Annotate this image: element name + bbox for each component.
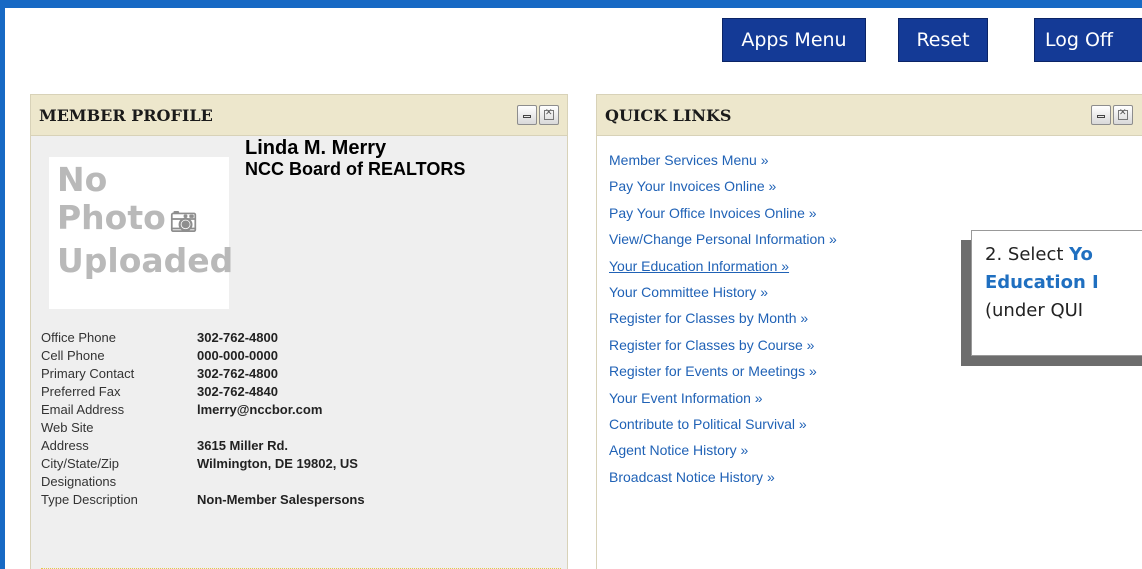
field-value: lmerry@nccbor.com bbox=[197, 402, 323, 417]
callout-highlight-1: Yo bbox=[1069, 244, 1093, 265]
photo-placeholder-text-2: Photo bbox=[57, 198, 166, 237]
instruction-callout: 2. Select Yo Education I (under QUI bbox=[971, 230, 1142, 356]
close-icon[interactable] bbox=[1113, 105, 1133, 125]
field-value: 000-000-0000 bbox=[197, 348, 278, 363]
no-photo-placeholder: No Photo 📷︎ Uploaded bbox=[49, 157, 234, 309]
link-member-services-menu[interactable]: Member Services Menu » bbox=[609, 151, 837, 177]
field-label: Preferred Fax bbox=[41, 384, 121, 399]
camera-icon: 📷︎ bbox=[169, 210, 198, 235]
profile-field-preferred-fax: Preferred Fax 302-762-4840 bbox=[41, 383, 561, 401]
field-label: Type Description bbox=[41, 492, 138, 507]
link-agent-notice-history[interactable]: Agent Notice History » bbox=[609, 441, 837, 467]
member-profile-panel: MEMBER PROFILE No Photo📷︎ Uploaded Linda… bbox=[30, 94, 568, 569]
member-name: Linda M. Merry bbox=[245, 137, 387, 159]
profile-field-email: Email Address lmerry@nccbor.com bbox=[41, 401, 561, 419]
profile-field-web-site: Web Site bbox=[41, 419, 561, 437]
field-label: Office Phone bbox=[41, 330, 116, 345]
field-label: Address bbox=[41, 438, 89, 453]
field-value: 302-762-4840 bbox=[197, 384, 278, 399]
minimize-icon[interactable] bbox=[517, 105, 537, 125]
member-profile-title: MEMBER PROFILE bbox=[39, 105, 213, 125]
profile-fields: Office Phone 302-762-4800 Cell Phone 000-0… bbox=[41, 329, 561, 509]
field-label: Cell Phone bbox=[41, 348, 105, 363]
link-view-change-personal-information[interactable]: View/Change Personal Information » bbox=[609, 230, 837, 256]
link-register-classes-by-course[interactable]: Register for Classes by Course » bbox=[609, 336, 837, 362]
link-contribute-political-survival[interactable]: Contribute to Political Survival » bbox=[609, 415, 837, 441]
field-value: Non-Member Salespersons bbox=[197, 492, 365, 507]
panel-controls bbox=[1091, 105, 1133, 125]
panel-controls bbox=[517, 105, 559, 125]
log-off-button[interactable]: Log Off bbox=[1034, 18, 1142, 62]
field-label: City/State/Zip bbox=[41, 456, 120, 471]
reset-button[interactable]: Reset bbox=[898, 18, 988, 62]
profile-field-primary-contact: Primary Contact 302-762-4800 bbox=[41, 365, 561, 383]
profile-field-office-phone: Office Phone 302-762-4800 bbox=[41, 329, 561, 347]
link-pay-office-invoices-online[interactable]: Pay Your Office Invoices Online » bbox=[609, 204, 837, 230]
quick-links-header: QUICK LINKS bbox=[597, 95, 1142, 136]
window-frame-left bbox=[0, 0, 5, 569]
field-label: Primary Contact bbox=[41, 366, 135, 381]
profile-field-address: Address 3615 Miller Rd. bbox=[41, 437, 561, 455]
field-value: 3615 Miller Rd. bbox=[197, 438, 289, 453]
window-frame-top bbox=[0, 0, 1142, 8]
profile-field-designations: Designations bbox=[41, 473, 561, 491]
callout-highlight-2: Education I bbox=[985, 272, 1099, 293]
profile-field-city-state-zip: City/State/Zip Wilmington, DE 19802, US bbox=[41, 455, 561, 473]
callout-line-3: (under QUI bbox=[985, 300, 1084, 321]
callout-line-1: 2. Select Yo bbox=[985, 241, 1142, 269]
minimize-icon[interactable] bbox=[1091, 105, 1111, 125]
field-label: Designations bbox=[41, 474, 117, 489]
field-value: 302-762-4800 bbox=[197, 330, 278, 345]
link-your-event-information[interactable]: Your Event Information » bbox=[609, 389, 837, 415]
link-your-committee-history[interactable]: Your Committee History » bbox=[609, 283, 837, 309]
close-icon[interactable] bbox=[539, 105, 559, 125]
field-value: 302-762-4800 bbox=[197, 366, 278, 381]
field-label: Email Address bbox=[41, 402, 125, 417]
link-pay-invoices-online[interactable]: Pay Your Invoices Online » bbox=[609, 177, 837, 203]
photo-placeholder-line-3: Uploaded bbox=[57, 241, 234, 280]
link-register-events-or-meetings[interactable]: Register for Events or Meetings » bbox=[609, 362, 837, 388]
field-value: Wilmington, DE 19802, US bbox=[197, 456, 358, 471]
apps-menu-button[interactable]: Apps Menu bbox=[722, 18, 866, 62]
link-register-classes-by-month[interactable]: Register for Classes by Month » bbox=[609, 309, 837, 335]
photo-placeholder-line-1: No bbox=[57, 160, 108, 199]
profile-field-type-description: Type Description Non-Member Salespersons bbox=[41, 491, 561, 509]
photo-placeholder-line-2: Photo 📷︎ bbox=[57, 199, 229, 242]
quick-links-title: QUICK LINKS bbox=[605, 105, 732, 125]
link-your-education-information[interactable]: Your Education Information » bbox=[609, 257, 837, 283]
callout-step-text: 2. Select bbox=[985, 244, 1070, 265]
member-profile-header: MEMBER PROFILE bbox=[31, 95, 567, 136]
field-label: Web Site bbox=[41, 420, 94, 435]
quick-links-list: Member Services Menu » Pay Your Invoices… bbox=[609, 151, 837, 494]
member-organization: NCC Board of REALTORS bbox=[245, 159, 466, 179]
link-broadcast-notice-history[interactable]: Broadcast Notice History » bbox=[609, 468, 837, 494]
profile-field-cell-phone: Cell Phone 000-000-0000 bbox=[41, 347, 561, 365]
